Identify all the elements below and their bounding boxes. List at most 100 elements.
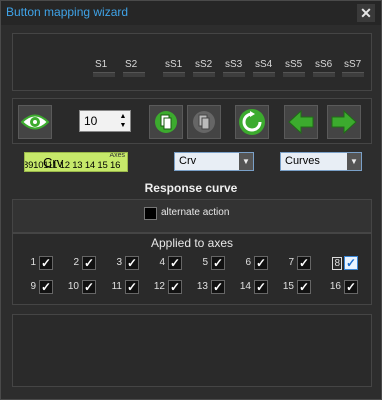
arrow-left-icon: [288, 110, 314, 134]
curve-label[interactable]: Axes 8910111 12 13 14 15 16 Crv: [24, 152, 128, 172]
axis-9-toggle[interactable]: 9 ✓: [17, 280, 53, 294]
curve-axes-numbers: 8910111 12 13 14 15 16: [24, 160, 121, 171]
alternate-action-checkbox[interactable]: [144, 207, 157, 220]
axis-10-toggle[interactable]: 10 ✓: [60, 280, 96, 294]
axis-checkbox[interactable]: ✓: [39, 256, 53, 270]
axis-checkbox[interactable]: ✓: [211, 256, 225, 270]
slot-indicator: [342, 72, 364, 77]
slot-label: sS3: [225, 59, 243, 70]
curve-axes-caption: Axes: [109, 152, 125, 159]
axis-number: 10: [67, 281, 79, 292]
axis-checkbox[interactable]: ✓: [82, 256, 96, 270]
close-button[interactable]: ✕: [357, 4, 375, 22]
slot-label: sS4: [255, 59, 273, 70]
value-spinner[interactable]: 10 ▲ ▼: [79, 110, 131, 132]
reset-icon: [239, 109, 265, 135]
eye-button[interactable]: [18, 105, 52, 139]
axis-number: 12: [153, 281, 165, 292]
axis-16-toggle[interactable]: 16 ✓: [322, 280, 358, 294]
spinner-arrows[interactable]: ▲ ▼: [118, 112, 128, 130]
axis-15-toggle[interactable]: 15 ✓: [275, 280, 311, 294]
slot-label: sS2: [195, 59, 213, 70]
curve-section: Axes 8910111 12 13 14 15 16 Crv Crv ▼ Cu…: [12, 147, 372, 197]
axis-checkbox[interactable]: ✓: [297, 280, 311, 294]
axis-checkbox[interactable]: ✓: [254, 280, 268, 294]
copy-icon: [193, 111, 215, 133]
axis-number: 4: [159, 257, 165, 268]
slot-label: S1: [95, 59, 108, 70]
axis-number: 14: [239, 281, 251, 292]
eye-icon: [21, 114, 49, 130]
slot-label: sS7: [344, 59, 362, 70]
slot-indicator: [313, 72, 335, 77]
axis-number: 6: [245, 257, 251, 268]
slot-indicator: [253, 72, 275, 77]
axis-checkbox[interactable]: ✓: [82, 280, 96, 294]
reset-button[interactable]: [235, 105, 269, 139]
toolbar: 10 ▲ ▼: [12, 98, 372, 144]
axis-checkbox[interactable]: ✓: [125, 256, 139, 270]
paste-icon: [155, 111, 177, 133]
window-title: Button mapping wizard: [6, 5, 129, 19]
slots-panel: S1 S2 sS1 sS2 sS3 sS4 sS5 sS6 sS7: [12, 33, 372, 91]
slot-label: sS5: [285, 59, 303, 70]
axis-11-toggle[interactable]: 11 ✓: [103, 280, 139, 294]
chevron-down-icon[interactable]: ▼: [347, 153, 361, 170]
axis-number: 2: [73, 257, 79, 268]
previous-button[interactable]: [284, 105, 318, 139]
paste-button[interactable]: [149, 105, 183, 139]
axis-14-toggle[interactable]: 14 ✓: [232, 280, 268, 294]
response-curve-title: Response curve: [144, 181, 238, 195]
axis-1-toggle[interactable]: 1 ✓: [17, 256, 53, 270]
wizard-window: Button mapping wizard ✕ S1 S2 sS1 sS2 sS…: [0, 0, 382, 400]
axes-title: Applied to axes: [150, 236, 234, 250]
axis-8-toggle[interactable]: 8 ✓: [322, 256, 358, 270]
copy-button[interactable]: [187, 105, 221, 139]
axis-checkbox[interactable]: ✓: [39, 280, 53, 294]
axis-number: 3: [116, 257, 122, 268]
axis-checkbox[interactable]: ✓: [211, 280, 225, 294]
arrow-right-icon: [331, 110, 357, 134]
axis-number: 1: [30, 257, 36, 268]
axis-checkbox[interactable]: ✓: [125, 280, 139, 294]
axis-checkbox[interactable]: ✓: [344, 280, 358, 294]
axis-checkbox[interactable]: ✓: [344, 256, 358, 270]
spinner-value: 10: [84, 114, 98, 128]
axis-number: 13: [196, 281, 208, 292]
axis-2-toggle[interactable]: 2 ✓: [60, 256, 96, 270]
curve-name: Crv: [43, 155, 64, 170]
axis-checkbox[interactable]: ✓: [168, 256, 182, 270]
slot-label: S2: [125, 59, 138, 70]
axis-checkbox[interactable]: ✓: [168, 280, 182, 294]
next-button[interactable]: [327, 105, 361, 139]
axis-checkbox[interactable]: ✓: [254, 256, 268, 270]
axis-number: 16: [329, 281, 341, 292]
slot-indicator: [163, 72, 185, 77]
axis-number: 5: [202, 257, 208, 268]
axis-6-toggle[interactable]: 6 ✓: [232, 256, 268, 270]
alternate-action-panel: alternate action: [12, 199, 372, 233]
curve-select-value: Crv: [179, 155, 197, 167]
axis-4-toggle[interactable]: 4 ✓: [146, 256, 182, 270]
axis-5-toggle[interactable]: 5 ✓: [189, 256, 225, 270]
axis-7-toggle[interactable]: 7 ✓: [275, 256, 311, 270]
curve-select[interactable]: Crv ▼: [174, 152, 254, 171]
slot-label: sS1: [165, 59, 183, 70]
axis-number: 15: [282, 281, 294, 292]
slot-indicator: [223, 72, 245, 77]
axis-number: 9: [30, 281, 36, 292]
axis-13-toggle[interactable]: 13 ✓: [189, 280, 225, 294]
axis-number: 11: [111, 281, 122, 292]
curve-type-select[interactable]: Curves ▼: [280, 152, 362, 171]
axis-12-toggle[interactable]: 12 ✓: [146, 280, 182, 294]
axis-3-toggle[interactable]: 3 ✓: [103, 256, 139, 270]
axis-checkbox[interactable]: ✓: [297, 256, 311, 270]
slot-indicator: [283, 72, 305, 77]
title-bar: Button mapping wizard ✕: [1, 1, 381, 25]
curve-type-select-value: Curves: [285, 155, 320, 167]
axis-number: 8: [332, 257, 342, 270]
info-panel: [12, 314, 372, 387]
slot-indicator: [93, 72, 115, 77]
chevron-down-icon[interactable]: ▼: [239, 153, 253, 170]
axes-panel: Applied to axes 1 ✓ 2 ✓ 3 ✓ 4 ✓ 5 ✓ 6 ✓ 7 ✓ 8 ✓ 9 ✓ 10 ✓ 11 ✓…: [12, 233, 372, 305]
